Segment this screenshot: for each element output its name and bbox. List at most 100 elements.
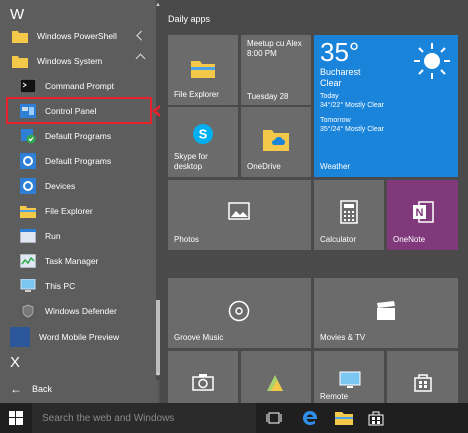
weather-condition: Clear bbox=[320, 78, 342, 88]
tile-label: File Explorer bbox=[174, 90, 219, 99]
task-manager-icon bbox=[20, 253, 36, 269]
start-menu: W Windows PowerShell Windows System Comm… bbox=[0, 0, 468, 433]
calendar-event: Meetup cu Alex 8:00 PM bbox=[247, 39, 302, 59]
app-label: Word Mobile Preview bbox=[39, 331, 120, 342]
tile-calculator[interactable]: Calculator bbox=[314, 180, 384, 250]
weather-tomorrow-label: Tomorrow bbox=[320, 117, 351, 124]
store-icon bbox=[413, 372, 433, 392]
run-icon bbox=[20, 228, 36, 244]
gear-icon bbox=[20, 177, 36, 194]
folder-icon bbox=[190, 57, 216, 79]
letter-header-w[interactable]: W bbox=[10, 6, 24, 23]
tile-camera[interactable] bbox=[168, 351, 238, 403]
tile-groove-music[interactable]: Groove Music bbox=[168, 278, 311, 348]
app-windows-powershell[interactable]: Windows PowerShell bbox=[0, 23, 152, 48]
tile-label: Groove Music bbox=[174, 333, 224, 342]
app-task-manager[interactable]: Task Manager bbox=[0, 248, 152, 273]
onenote-icon: N bbox=[411, 200, 435, 224]
app-default-programs-2[interactable]: Default Programs bbox=[0, 148, 152, 173]
calculator-icon bbox=[340, 200, 358, 224]
task-view-icon bbox=[266, 412, 282, 424]
folder-icon bbox=[12, 53, 28, 69]
weather-temp: 35° bbox=[320, 37, 360, 67]
app-this-pc[interactable]: This PC bbox=[0, 273, 152, 298]
lightbulb-icon bbox=[263, 373, 287, 393]
store-icon bbox=[368, 411, 384, 426]
camera-icon bbox=[192, 373, 214, 391]
svg-text:N: N bbox=[416, 207, 424, 219]
weather-today-label: Today bbox=[320, 93, 339, 100]
tile-skype[interactable]: S Skype for desktop bbox=[168, 107, 238, 177]
tile-label: Movies & TV bbox=[320, 333, 366, 342]
back-button[interactable]: ← Back bbox=[0, 378, 158, 400]
remote-desktop-icon bbox=[339, 371, 361, 389]
app-default-programs-1[interactable]: Default Programs bbox=[0, 123, 152, 148]
app-windows-defender[interactable]: Windows Defender bbox=[0, 298, 152, 323]
tile-label: Calculator bbox=[320, 235, 357, 244]
tile-label: Skype for desktop bbox=[174, 152, 208, 171]
file-explorer-taskbar-button[interactable] bbox=[332, 407, 356, 429]
weather-today: Today 34°/22° Mostly Clear bbox=[320, 92, 384, 110]
app-run[interactable]: Run bbox=[0, 223, 152, 248]
sun-icon bbox=[412, 41, 452, 83]
taskbar: Search the web and Windows bbox=[0, 403, 468, 433]
letter-header-x[interactable]: X bbox=[10, 354, 20, 371]
weather-city: Bucharest bbox=[320, 67, 361, 77]
app-devices[interactable]: Devices bbox=[0, 173, 152, 198]
back-label: Back bbox=[32, 384, 53, 394]
weather-tomorrow: Tomorrow 35°/24° Mostly Clear bbox=[320, 116, 384, 134]
back-arrow-icon: ← bbox=[10, 382, 22, 396]
tile-onenote[interactable]: N OneNote bbox=[387, 180, 458, 250]
app-command-prompt[interactable]: Command Prompt bbox=[0, 73, 152, 98]
tiles-panel: Daily apps File Explorer Meetup cu Alex … bbox=[160, 0, 468, 403]
tile-label: Photos bbox=[174, 235, 199, 244]
app-label: Windows PowerShell bbox=[37, 30, 117, 41]
edge-icon bbox=[303, 411, 317, 425]
weather-today-forecast: 34°/22° Mostly Clear bbox=[320, 102, 384, 109]
edge-button[interactable] bbox=[298, 407, 322, 429]
task-view-button[interactable] bbox=[262, 407, 286, 429]
chevron-down-icon bbox=[136, 30, 147, 41]
calendar-event-time: 8:00 PM bbox=[247, 49, 277, 58]
app-list: W Windows PowerShell Windows System Comm… bbox=[0, 0, 161, 403]
app-label: Windows System bbox=[37, 55, 103, 66]
groove-music-icon bbox=[228, 300, 250, 322]
app-file-explorer[interactable]: File Explorer bbox=[0, 198, 152, 223]
tile-label: OneDrive bbox=[247, 162, 281, 171]
photo-icon bbox=[228, 202, 250, 220]
command-prompt-icon bbox=[20, 78, 36, 94]
tile-calendar[interactable]: Meetup cu Alex 8:00 PM Tuesday 28 bbox=[241, 35, 311, 105]
store-taskbar-button[interactable] bbox=[364, 407, 388, 429]
calendar-event-title: Meetup cu Alex bbox=[247, 39, 302, 48]
tile-store[interactable] bbox=[387, 351, 458, 403]
tile-group-label[interactable]: Daily apps bbox=[168, 14, 210, 24]
app-word-mobile-preview[interactable]: Word Mobile Preview bbox=[0, 324, 152, 349]
calendar-date: Tuesday 28 bbox=[247, 92, 289, 101]
app-label: Default Programs bbox=[45, 155, 112, 166]
weather-tomorrow-forecast: 35°/24° Mostly Clear bbox=[320, 126, 384, 133]
folder-icon bbox=[12, 28, 28, 44]
app-windows-system[interactable]: Windows System bbox=[0, 48, 152, 73]
app-label: Task Manager bbox=[45, 255, 99, 266]
tile-weather[interactable]: 35° Bucharest Clear Today 34°/22° Mostly… bbox=[314, 35, 458, 177]
app-label: Run bbox=[45, 230, 61, 241]
folder-icon bbox=[20, 203, 36, 219]
word-icon bbox=[10, 326, 30, 347]
app-label: File Explorer bbox=[45, 205, 93, 216]
app-label: Default Programs bbox=[45, 130, 112, 141]
shield-icon bbox=[20, 302, 36, 319]
search-box[interactable]: Search the web and Windows bbox=[32, 403, 256, 433]
windows-logo-icon bbox=[9, 411, 23, 425]
tile-get-started[interactable] bbox=[241, 351, 311, 403]
clapperboard-icon bbox=[375, 300, 397, 322]
app-label: Devices bbox=[45, 180, 76, 191]
tile-movies-tv[interactable]: Movies & TV bbox=[314, 278, 458, 348]
tile-photos[interactable]: Photos bbox=[168, 180, 311, 250]
gear-icon bbox=[20, 152, 36, 169]
tile-onedrive[interactable]: OneDrive bbox=[241, 107, 311, 177]
tile-remote[interactable]: Remote bbox=[314, 351, 384, 403]
tile-file-explorer[interactable]: File Explorer bbox=[168, 35, 238, 105]
onedrive-folder-icon bbox=[261, 125, 291, 153]
start-button[interactable] bbox=[0, 403, 32, 433]
chevron-up-icon bbox=[135, 53, 146, 64]
